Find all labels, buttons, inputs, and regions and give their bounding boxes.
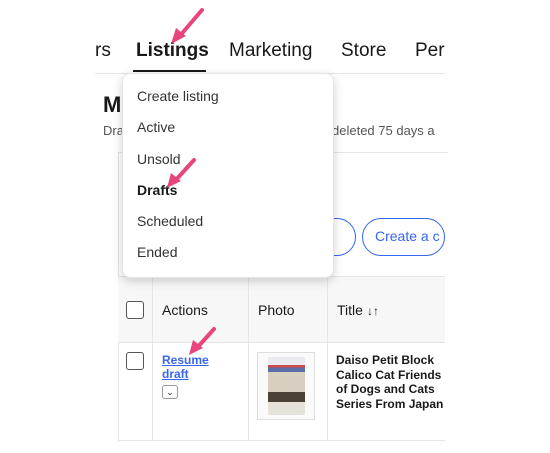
menu-item-create-listing[interactable]: Create listing bbox=[137, 88, 219, 104]
page-subtitle: Dra bbox=[103, 123, 124, 138]
nav-item-performance[interactable]: Per bbox=[415, 40, 445, 62]
page-subtitle-tail: deleted 75 days a bbox=[332, 123, 435, 138]
header-photo: Photo bbox=[258, 302, 295, 318]
header-title-label: Title bbox=[337, 302, 363, 318]
header-actions: Actions bbox=[162, 302, 208, 318]
menu-item-ended[interactable]: Ended bbox=[137, 244, 177, 260]
select-all-checkbox[interactable] bbox=[126, 301, 144, 319]
nav-item-orders[interactable]: rs bbox=[95, 40, 111, 62]
header-title[interactable]: Title ↓↑ bbox=[337, 302, 379, 318]
top-nav: rs Listings Marketing Store Per bbox=[0, 0, 550, 74]
row-checkbox[interactable] bbox=[126, 352, 144, 370]
menu-item-scheduled[interactable]: Scheduled bbox=[137, 213, 203, 229]
menu-item-active[interactable]: Active bbox=[137, 119, 175, 135]
chevron-down-icon[interactable]: ⌄ bbox=[162, 385, 178, 399]
column-divider bbox=[248, 276, 249, 441]
create-button[interactable]: Create a c bbox=[362, 218, 445, 256]
nav-item-marketing[interactable]: Marketing bbox=[229, 40, 312, 62]
listing-title[interactable]: Daiso Petit Block Calico Cat Friends of … bbox=[336, 353, 446, 411]
product-image bbox=[268, 357, 305, 415]
sort-icon[interactable]: ↓↑ bbox=[367, 304, 379, 318]
product-photo[interactable] bbox=[257, 352, 315, 420]
pink-arrow-icon bbox=[189, 327, 216, 355]
active-tab-underline bbox=[133, 70, 206, 72]
pink-arrow-icon bbox=[171, 8, 204, 44]
column-divider bbox=[152, 276, 153, 441]
page-title: M bbox=[103, 92, 122, 117]
listings-dropdown-menu: Create listing Active Unsold Drafts Sche… bbox=[122, 73, 334, 278]
pink-arrow-icon bbox=[167, 158, 196, 188]
row-divider bbox=[118, 440, 445, 441]
nav-item-store[interactable]: Store bbox=[341, 40, 386, 62]
column-divider bbox=[327, 276, 328, 441]
